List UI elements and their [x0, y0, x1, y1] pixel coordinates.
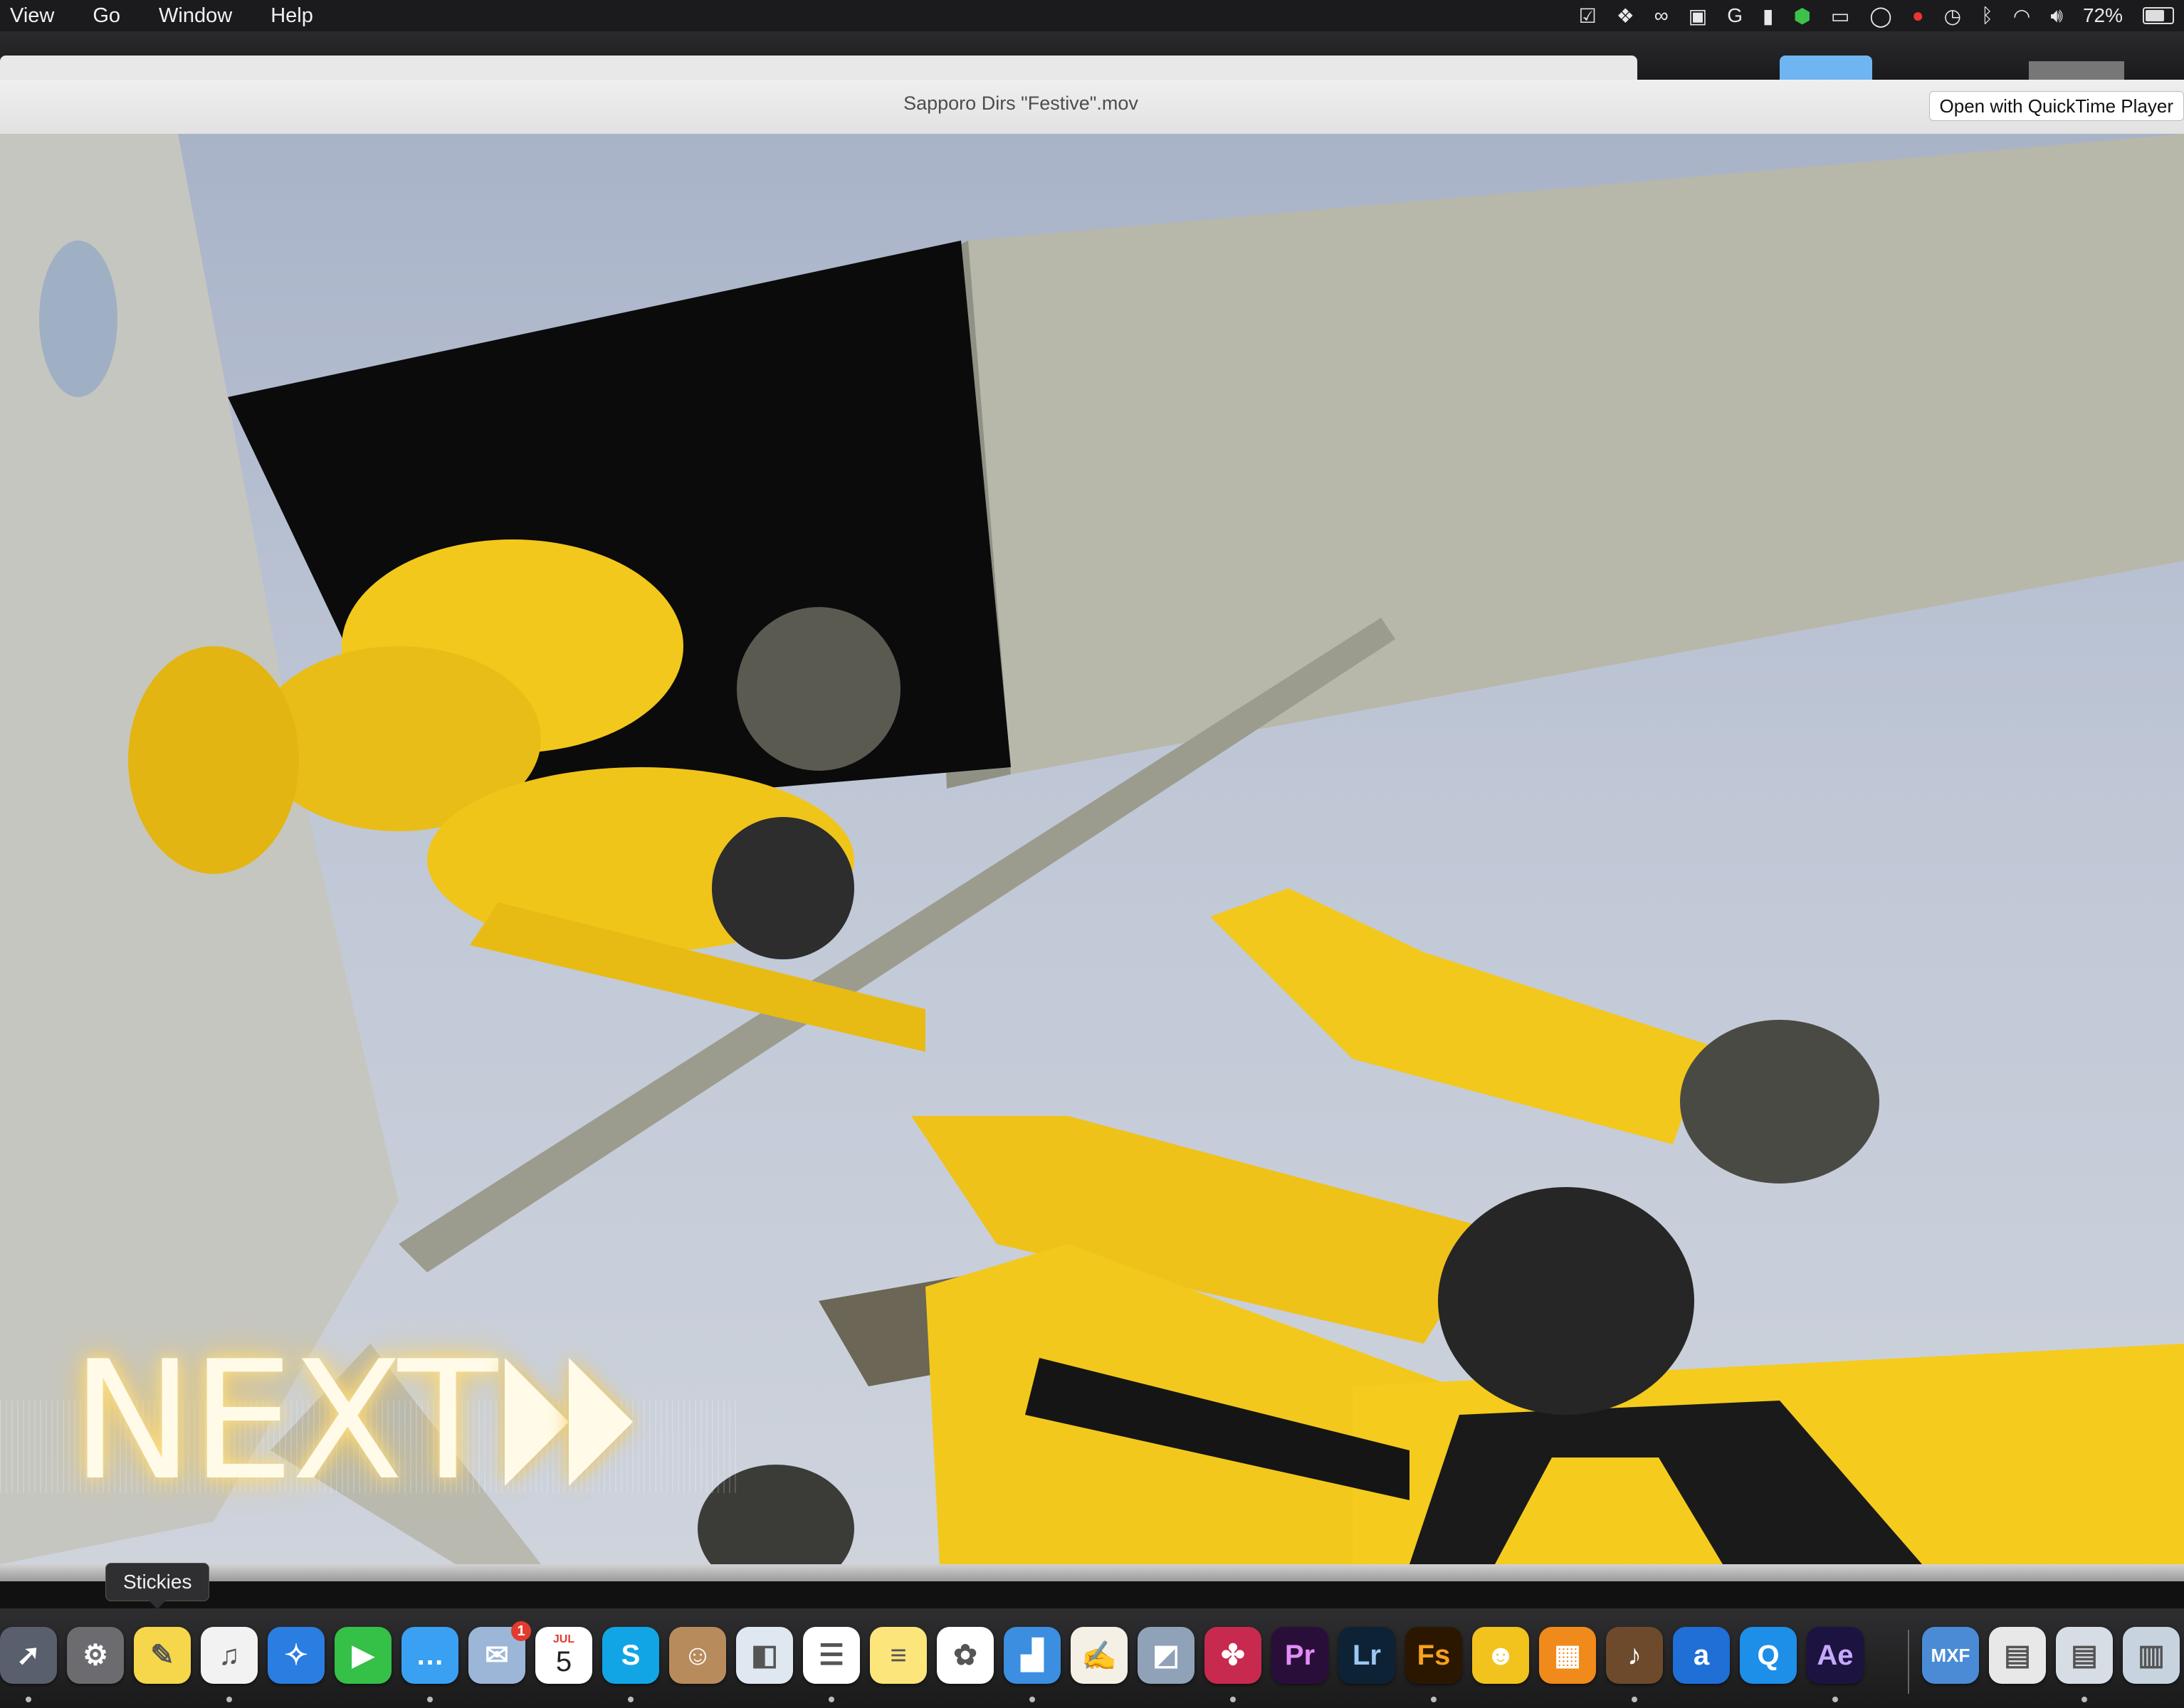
- premiere-icon[interactable]: Pr: [1271, 1627, 1328, 1684]
- stickies-icon[interactable]: ✎: [134, 1627, 191, 1684]
- checklist-icon[interactable]: ☰: [803, 1627, 860, 1684]
- skydivers-falling: [819, 888, 2184, 1564]
- desktop-thumbnail-icon[interactable]: [2029, 61, 2124, 81]
- menu-view[interactable]: View: [10, 4, 54, 28]
- menu-bar: View Go Window Help ☑ ❖ ∞ ▣ G ▮ ⬢ ▭ ◯ ● …: [0, 0, 2184, 31]
- running-indicator: [1230, 1697, 1236, 1702]
- background-finder-window[interactable]: [0, 56, 1637, 81]
- next-title-overlay: NEXT: [71, 1340, 634, 1504]
- compass-icon[interactable]: ✧: [268, 1627, 325, 1684]
- preview-icon[interactable]: ◧: [736, 1627, 793, 1684]
- rocket-icon[interactable]: ➚: [0, 1627, 57, 1684]
- record-icon[interactable]: ●: [1912, 4, 1924, 27]
- running-indicator: [829, 1697, 834, 1702]
- dock-separator: [1908, 1630, 1909, 1694]
- running-indicator: [26, 1697, 31, 1702]
- amazon-icon[interactable]: a: [1673, 1627, 1730, 1684]
- creative-cloud-icon[interactable]: ∞: [1654, 4, 1669, 27]
- open-with-quicktime-button[interactable]: Open with QuickTime Player: [1928, 91, 2184, 121]
- running-indicator: [1832, 1697, 1838, 1702]
- stack-icon[interactable]: ▥: [2123, 1627, 2180, 1684]
- window-title: Sapporo Dirs "Festive".mov: [903, 93, 1138, 114]
- dropbox-icon[interactable]: ❖: [1617, 4, 1634, 28]
- wifi-icon[interactable]: ◠: [2013, 4, 2030, 28]
- pen-paper-icon[interactable]: ✍: [1071, 1627, 1128, 1684]
- aircraft-wing: [968, 134, 2184, 774]
- g-icon[interactable]: G: [1727, 4, 1743, 27]
- volume-icon[interactable]: 🔊︎: [2050, 4, 2063, 28]
- speech-bubble-icon[interactable]: …: [401, 1627, 458, 1684]
- task-check-icon[interactable]: ☑: [1579, 4, 1597, 28]
- calendar-icon[interactable]: JUL 5: [535, 1627, 592, 1684]
- running-indicator: [226, 1697, 232, 1702]
- podium-icon[interactable]: ▟: [1004, 1627, 1061, 1684]
- fast-forward-arrows-icon: [505, 1358, 634, 1486]
- clapper-icon[interactable]: ▦: [1539, 1627, 1596, 1684]
- running-indicator: [1029, 1697, 1035, 1702]
- avatar-icon[interactable]: ☻: [1472, 1627, 1529, 1684]
- next-overlay-text: NEXT: [71, 1327, 498, 1517]
- lightroom-icon[interactable]: Lr: [1338, 1627, 1395, 1684]
- running-indicator: [2081, 1697, 2087, 1702]
- bluetooth-icon[interactable]: ᛒ: [1981, 4, 1993, 27]
- skype-icon[interactable]: S: [602, 1627, 659, 1684]
- battery-percent[interactable]: 72%: [2083, 4, 2123, 27]
- display-icon[interactable]: ▭: [1831, 4, 1849, 28]
- running-indicator: [427, 1697, 433, 1702]
- calendar-month: JUL: [552, 1633, 575, 1645]
- bookmark-icon[interactable]: ▮: [1763, 4, 1773, 28]
- fuse-icon[interactable]: Fs: [1405, 1627, 1462, 1684]
- status-menus: ☑ ❖ ∞ ▣ G ▮ ⬢ ▭ ◯ ● ◷ ᛒ ◠ 🔊︎ 72%: [1569, 0, 2184, 31]
- time-machine-icon[interactable]: ◷: [1944, 4, 1961, 28]
- dock: ➚ ⚙ ✎ ♫ ✧ ▶… ✉ 1 JUL 5 S ☺ ◧ ☰ ≡ ✿ ▟ ✍ ◩ ✤ Pr Lr Fs ☻ ▦ ♪ a Q Ae MXF ▤…: [0, 1608, 2184, 1708]
- camera-photos-icon[interactable]: ◩: [1138, 1627, 1195, 1684]
- quicklook-window: Sapporo Dirs "Festive".mov Open with Qui…: [0, 80, 2184, 1581]
- dock-tooltip: Stickies: [105, 1563, 210, 1609]
- stamp-icon[interactable]: ✉ 1: [468, 1621, 531, 1684]
- gear-icon[interactable]: ⚙: [67, 1627, 124, 1684]
- after-effects-icon[interactable]: Ae: [1807, 1627, 1864, 1684]
- mxf-icon[interactable]: MXF: [1922, 1627, 1979, 1684]
- guitar-icon[interactable]: ♪: [1606, 1627, 1663, 1684]
- notepad-icon[interactable]: ≡: [870, 1627, 927, 1684]
- shield-icon[interactable]: ⬢: [1793, 4, 1810, 28]
- running-indicator: [1632, 1697, 1637, 1702]
- playback-controls-strip[interactable]: [0, 1564, 2184, 1581]
- menu-go[interactable]: Go: [93, 4, 120, 28]
- music-note-icon[interactable]: ♫: [201, 1627, 258, 1684]
- video-camera-icon[interactable]: ▶: [335, 1627, 392, 1684]
- video-preview[interactable]: NEXT: [0, 134, 2184, 1564]
- app-extension-icon[interactable]: ▣: [1689, 4, 1707, 28]
- menu-help[interactable]: Help: [271, 4, 313, 28]
- menu-window[interactable]: Window: [159, 4, 232, 28]
- notification-badge: 1: [511, 1621, 531, 1641]
- battery-icon[interactable]: [2143, 7, 2174, 24]
- calendar-day: 5: [555, 1646, 572, 1677]
- resolve-icon[interactable]: ✤: [1204, 1627, 1261, 1684]
- circle-icon[interactable]: ◯: [1869, 4, 1891, 28]
- running-indicator: [628, 1697, 634, 1702]
- running-indicator: [1431, 1697, 1437, 1702]
- document-icon[interactable]: ▤: [1989, 1627, 2046, 1684]
- folder-icon[interactable]: [1780, 56, 1872, 81]
- pinwheel-icon[interactable]: ✿: [937, 1627, 994, 1684]
- quicklook-titlebar[interactable]: Sapporo Dirs "Festive".mov Open with Qui…: [0, 80, 2184, 135]
- quicktime-icon[interactable]: Q: [1740, 1627, 1797, 1684]
- screenshot-icon[interactable]: ▤: [2056, 1627, 2113, 1684]
- address-book-icon[interactable]: ☺: [669, 1627, 726, 1684]
